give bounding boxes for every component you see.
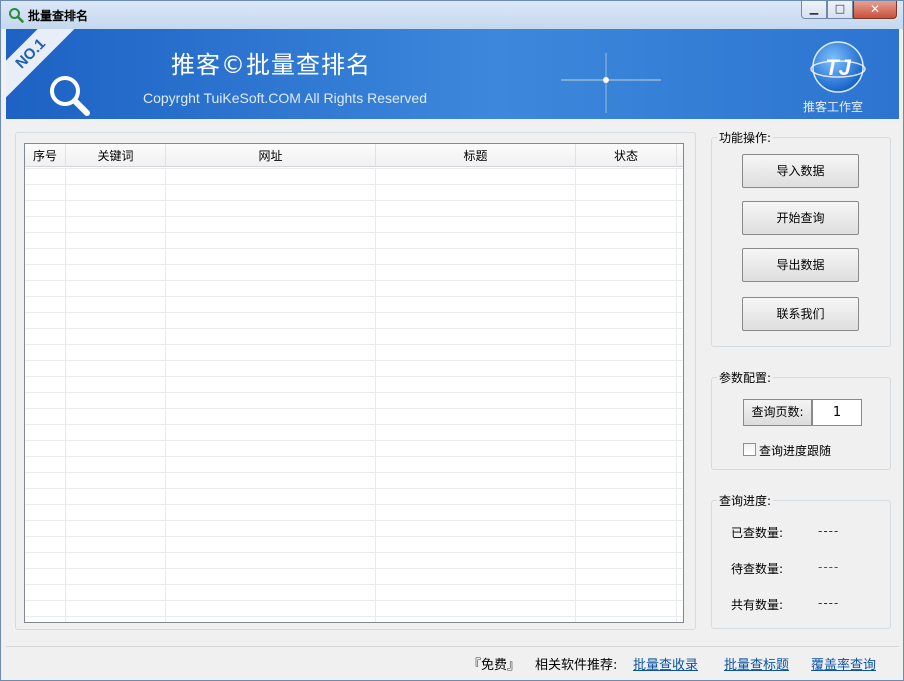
magnifier-icon [50,76,90,116]
close-icon: ✕ [869,2,881,16]
window-controls: ▁ □ ✕ [801,1,897,20]
export-data-button[interactable]: 导出数据 [742,248,859,282]
link-coverage-query[interactable]: 覆盖率查询 [811,654,876,673]
copyright-text: Copyrght TuiKeSoft.COM All Rights Reserv… [143,90,428,106]
pending-count-value: ---- [818,560,840,574]
column-divider [676,168,677,622]
banner-title: 推客©批量查排名 [171,51,371,79]
app-window: 批量查排名 ▁ □ ✕ NO.1 推客©批量查排名 Copyrght TuiKe… [0,0,904,681]
close-button[interactable]: ✕ [853,1,897,19]
total-count-value: ---- [818,596,840,610]
maximize-icon: □ [834,2,846,15]
query-pages-label: 查询页数: [743,399,812,426]
magnifier-icon [9,8,24,23]
progress-label: 查询进度: [717,492,774,509]
column-divider [165,168,166,622]
studio-logo-icon: TJ [810,41,866,93]
follow-progress-label[interactable]: 查询进度跟随 [759,442,831,459]
start-query-button[interactable]: 开始查询 [742,201,859,235]
results-panel: 序号 关键词 网址 标题 状态 [15,132,696,630]
table-rows [25,168,683,622]
column-header-title[interactable]: 标题 [376,144,576,167]
results-table[interactable]: 序号 关键词 网址 标题 状态 [24,143,684,623]
column-header-index[interactable]: 序号 [25,144,66,167]
column-header-keyword[interactable]: 关键词 [66,144,166,167]
title-bar[interactable]: 批量查排名 ▁ □ ✕ [1,1,903,29]
column-divider [575,168,576,622]
query-pages-input[interactable]: 1 [812,399,862,426]
link-batch-title[interactable]: 批量查标题 [724,654,789,673]
import-data-button[interactable]: 导入数据 [742,154,859,188]
free-label: 『免费』 [468,658,521,673]
studio-name: 推客工作室 [803,100,864,114]
total-count-label: 共有数量: [731,598,784,612]
functions-label: 功能操作: [717,129,774,146]
status-bar: 『免费』 相关软件推荐: 批量查收录 批量查标题 覆盖率查询 [6,646,899,677]
params-label: 参数配置: [717,369,774,386]
follow-progress-checkbox[interactable] [743,443,756,456]
pending-count-label: 待查数量: [731,562,784,576]
column-divider [375,168,376,622]
svg-text:TJ: TJ [825,55,851,80]
sparkle-icon [561,53,661,113]
queried-count-label: 已查数量: [731,526,784,540]
queried-count-value: ---- [818,524,840,538]
link-batch-index[interactable]: 批量查收录 [633,654,698,673]
maximize-button[interactable]: □ [827,1,853,19]
minimize-icon: ▁ [809,2,819,15]
window-title: 批量查排名 [28,9,89,23]
header-banner: NO.1 推客©批量查排名 Copyrght TuiKeSoft.COM All… [6,29,899,119]
column-divider [65,168,66,622]
column-header-url[interactable]: 网址 [166,144,376,167]
column-header-status[interactable]: 状态 [576,144,677,167]
minimize-button[interactable]: ▁ [801,1,827,19]
contact-us-button[interactable]: 联系我们 [742,297,859,331]
table-header: 序号 关键词 网址 标题 状态 [25,144,683,167]
recommend-label: 相关软件推荐: [535,658,618,673]
